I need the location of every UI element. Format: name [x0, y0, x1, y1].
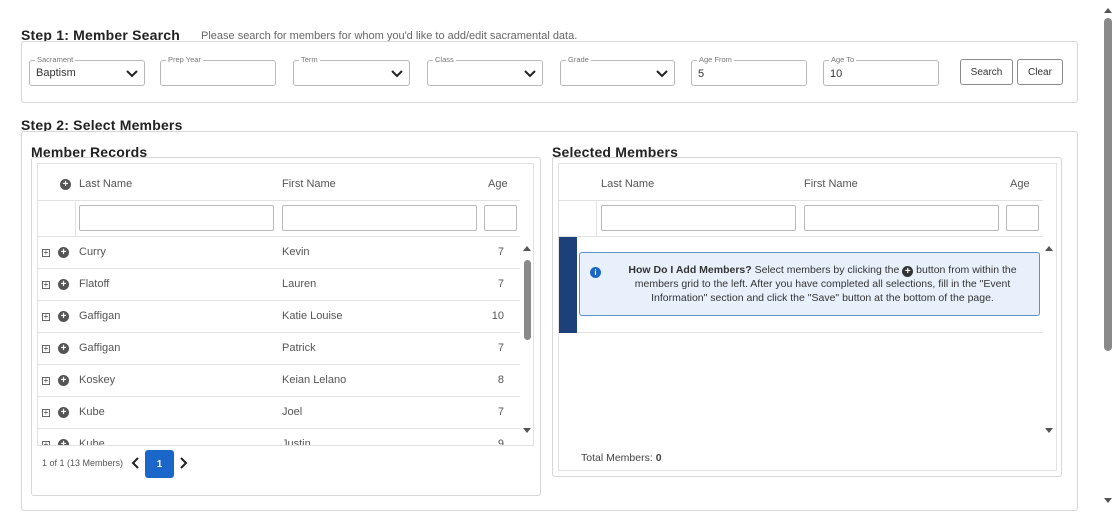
info-icon: i — [590, 267, 601, 278]
cell-first-name: Lauren — [282, 278, 317, 290]
info-accent-bar — [559, 237, 577, 333]
chevron-down-icon — [126, 70, 138, 78]
cell-first-name: Patrick — [282, 342, 316, 354]
cell-age: 7 — [497, 246, 504, 258]
cell-age: 8 — [497, 374, 504, 386]
add-member-icon[interactable]: + — [58, 407, 69, 418]
sel-col-first-name[interactable]: First Name — [804, 178, 858, 190]
sel-scroll-up-icon[interactable] — [1044, 244, 1054, 252]
sel-col-last-name[interactable]: Last Name — [601, 178, 654, 190]
table-row[interactable]: + + Kube Joel 7 — [38, 397, 520, 429]
records-body: + + Curry Kevin 7 + + Flatoff Lauren 7 + + Gaffigan K… — [38, 237, 520, 446]
sel-filter-age[interactable] — [1006, 205, 1039, 231]
scroll-up-icon[interactable] — [522, 244, 532, 252]
table-row[interactable]: + + Gaffigan Patrick 7 — [38, 333, 520, 365]
cell-last-name: Kube — [79, 406, 105, 418]
add-member-icon[interactable]: + — [58, 343, 69, 354]
class-select[interactable]: Class — [427, 55, 543, 86]
info-box: i How Do I Add Members? Select members b… — [579, 252, 1040, 316]
cell-last-name: Curry — [79, 246, 106, 258]
cell-age: 7 — [497, 342, 504, 354]
add-icon: + — [902, 266, 914, 277]
prep-year-input[interactable]: Prep Year — [160, 55, 276, 86]
table-row[interactable]: + + Koskey Keian Lelano 8 — [38, 365, 520, 397]
add-member-icon[interactable]: + — [58, 375, 69, 386]
expand-icon[interactable]: + — [42, 313, 50, 321]
search-button[interactable]: Search — [960, 59, 1013, 85]
expand-icon[interactable]: + — [42, 441, 50, 445]
cell-age: 10 — [491, 310, 504, 322]
total-members-value: 0 — [655, 452, 662, 464]
prev-page-icon[interactable] — [131, 457, 141, 469]
filter-last-name[interactable] — [79, 205, 274, 231]
info-text-1: Select members by clicking the — [751, 264, 903, 276]
table-row[interactable]: + + Gaffigan Katie Louise 10 — [38, 301, 520, 333]
table-row[interactable]: + + Curry Kevin 7 — [38, 237, 520, 269]
cell-age: 9 — [497, 438, 504, 446]
expand-icon[interactable]: + — [42, 345, 50, 353]
sel-col-age[interactable]: Age — [1010, 178, 1030, 190]
page-scrollbar-thumb[interactable] — [1104, 18, 1112, 351]
info-message: How Do I Add Members? Select members by … — [610, 263, 1035, 305]
cell-last-name: Gaffigan — [79, 342, 121, 354]
grade-select[interactable]: Grade — [560, 55, 675, 86]
cell-first-name: Katie Louise — [282, 310, 343, 322]
sel-filter-last-name[interactable] — [601, 205, 796, 231]
add-member-icon[interactable]: + — [58, 279, 69, 290]
chevron-down-icon — [391, 70, 403, 78]
col-first-name[interactable]: First Name — [282, 178, 336, 190]
table-row[interactable]: + + Kube Justin 9 — [38, 429, 520, 446]
expand-icon[interactable]: + — [42, 249, 50, 257]
add-member-icon[interactable]: + — [58, 311, 69, 322]
cell-last-name: Flatoff — [79, 278, 110, 290]
expand-icon[interactable]: + — [42, 377, 50, 385]
cell-last-name: Kube — [79, 438, 105, 446]
page-scroll-down-icon[interactable] — [1103, 497, 1113, 505]
add-member-icon[interactable]: + — [58, 247, 69, 258]
expand-icon[interactable]: + — [42, 281, 50, 289]
cell-first-name: Joel — [282, 406, 303, 418]
sacrament-select[interactable]: Sacrament Baptism — [29, 55, 145, 86]
page-scroll-up-icon[interactable] — [1103, 6, 1113, 14]
term-select[interactable]: Term — [293, 55, 410, 86]
cell-age: 7 — [497, 406, 504, 418]
add-member-icon[interactable]: + — [58, 439, 69, 445]
cell-age: 7 — [497, 278, 504, 290]
cell-first-name: Justin — [282, 438, 311, 446]
age-from-input[interactable]: Age From 5 — [691, 55, 807, 86]
cell-first-name: Keian Lelano — [282, 374, 347, 386]
records-scrollbar-thumb[interactable] — [524, 260, 531, 340]
info-heading: How Do I Add Members? — [628, 264, 752, 276]
filter-first-name[interactable] — [282, 205, 477, 231]
chevron-down-icon — [524, 70, 536, 78]
cell-last-name: Koskey — [79, 374, 116, 386]
add-all-icon[interactable]: + — [60, 179, 71, 190]
cell-first-name: Kevin — [282, 246, 310, 258]
next-page-icon[interactable] — [178, 457, 188, 469]
scroll-down-icon[interactable] — [522, 427, 532, 435]
selected-members-grid: Last Name First Name Age i How Do I Add … — [558, 163, 1057, 471]
expand-icon[interactable]: + — [42, 409, 50, 417]
clear-button[interactable]: Clear — [1017, 59, 1063, 85]
sel-scroll-down-icon[interactable] — [1044, 427, 1054, 435]
sel-filter-first-name[interactable] — [804, 205, 999, 231]
member-records-grid: + Last Name First Name Age + + Curry Kevin 7… — [37, 163, 534, 446]
age-to-input[interactable]: Age To 10 — [823, 55, 939, 86]
chevron-down-icon — [656, 70, 668, 78]
col-last-name[interactable]: Last Name — [79, 178, 132, 190]
total-members: Total Members: 0 — [581, 452, 662, 464]
page-1-button[interactable]: 1 — [145, 450, 174, 478]
cell-last-name: Gaffigan — [79, 310, 121, 322]
col-age[interactable]: Age — [488, 178, 508, 190]
filter-age[interactable] — [484, 205, 517, 231]
pager-summary: 1 of 1 (13 Members) — [42, 458, 124, 468]
table-row[interactable]: + + Flatoff Lauren 7 — [38, 269, 520, 301]
